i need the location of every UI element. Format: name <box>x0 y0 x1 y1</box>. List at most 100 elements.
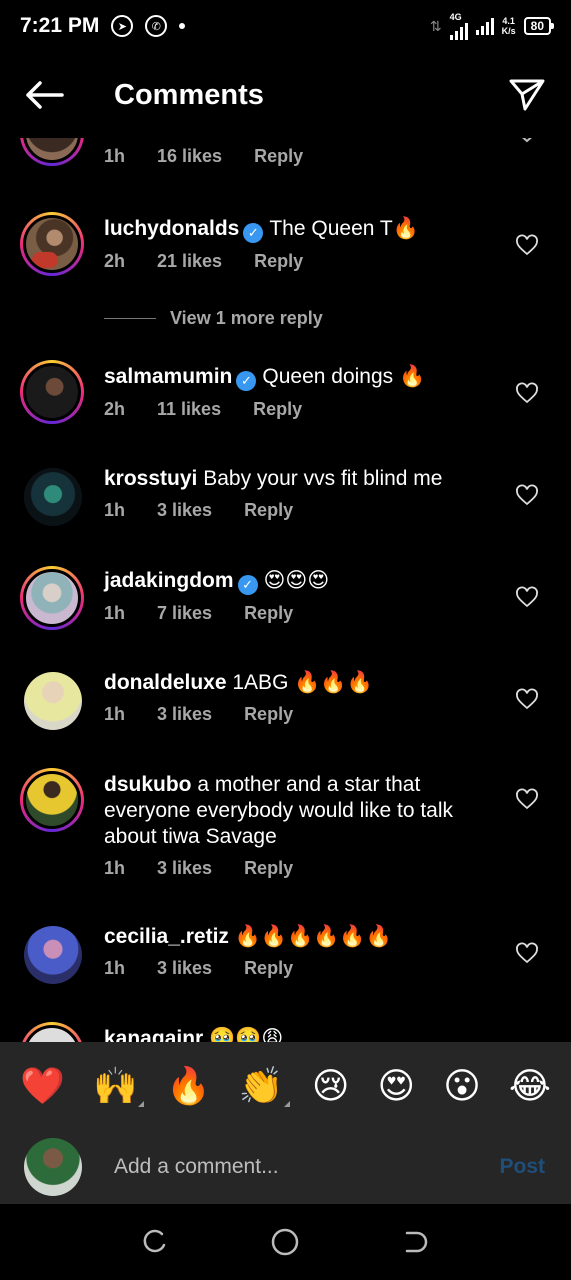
heart-icon[interactable] <box>515 234 539 258</box>
more-notifications-dot <box>179 23 186 29</box>
emoji-heart-button[interactable]: ❤️ <box>20 1065 65 1107</box>
comment-text: The Queen T🔥 <box>269 217 419 240</box>
heart-icon[interactable] <box>515 942 539 966</box>
comment-text: 😍😍😍 <box>263 569 330 592</box>
avatar[interactable] <box>20 138 84 166</box>
data-transfer-icon: ⇅ <box>429 17 442 34</box>
comment-time: 2h <box>104 251 126 271</box>
recent-apps-button[interactable] <box>135 1222 175 1262</box>
comments-list[interactable]: 1h 16 likes Reply luchydonalds ✓ The Queen… <box>0 138 571 1042</box>
comment-time: 1h <box>104 500 126 520</box>
comment-username[interactable]: dsukubo <box>104 773 192 796</box>
comment-item: luchydonalds ✓ The Queen T🔥 2h 21 likes Re… <box>0 212 571 292</box>
signal-icon-2 <box>475 17 494 35</box>
comment-text: 1ABG 🔥🔥🔥 <box>232 671 373 694</box>
send-icon <box>509 79 545 111</box>
comment-item: jadakingdom ✓ 😍😍😍 1h 7 likes Reply <box>0 564 571 644</box>
avatar[interactable] <box>24 672 82 730</box>
verified-badge-icon: ✓ <box>243 223 264 243</box>
back-button[interactable] <box>22 73 66 117</box>
home-button[interactable] <box>265 1222 305 1262</box>
comment-item: cecilia_.retiz 🔥🔥🔥🔥🔥🔥 1h 3 likes Reply <box>0 924 571 1004</box>
comment-likes[interactable]: 16 likes <box>157 146 222 167</box>
status-time: 7:21 PM <box>20 14 100 37</box>
comment-time: 1h <box>104 146 126 166</box>
heart-icon[interactable] <box>515 586 539 610</box>
comment-likes[interactable]: 21 likes <box>157 251 222 272</box>
comment-time: 1h <box>104 603 126 623</box>
share-button[interactable] <box>505 73 549 117</box>
reply-button[interactable]: Reply <box>253 399 302 420</box>
post-button[interactable]: Post <box>499 1155 545 1179</box>
verified-badge-icon: ✓ <box>236 371 257 391</box>
reply-button[interactable]: Reply <box>254 251 303 272</box>
emoji-clap-button[interactable]: 👏 <box>239 1065 290 1107</box>
verified-badge-icon: ✓ <box>237 575 258 595</box>
comment-likes[interactable]: 11 likes <box>157 399 221 420</box>
home-circle-icon <box>272 1228 299 1256</box>
heart-icon[interactable] <box>515 382 539 406</box>
reply-button[interactable]: Reply <box>254 146 303 167</box>
comment-username[interactable]: luchydonalds <box>104 217 239 240</box>
avatar[interactable] <box>20 1022 84 1042</box>
avatar[interactable] <box>24 926 82 984</box>
comment-time: 1h <box>104 704 126 724</box>
recent-apps-icon <box>143 1229 166 1253</box>
comment-username[interactable]: krosstuyi <box>104 467 197 490</box>
comment-username[interactable]: kanagainr <box>104 1027 203 1042</box>
whatsapp-icon: ✆ <box>145 15 168 37</box>
comment-item: kanagainr 🥹🥹😩 <box>0 1022 571 1042</box>
heart-icon[interactable] <box>515 788 539 812</box>
comment-text: 🔥🔥🔥🔥🔥🔥 <box>234 925 392 948</box>
comment-item: salmamumin ✓ Queen doings 🔥 2h 11 likes Re… <box>0 360 571 440</box>
comment-text: Baby your vvs fit blind me <box>203 467 443 490</box>
view-more-replies[interactable]: View 1 more reply <box>104 308 323 329</box>
emoji-heart-eyes-button[interactable]: 😍 <box>378 1065 416 1107</box>
back-nav-button[interactable] <box>396 1222 436 1262</box>
comment-likes[interactable]: 3 likes <box>157 500 212 521</box>
page-title: Comments <box>114 78 264 111</box>
my-avatar <box>24 1138 82 1196</box>
signal-icon <box>449 22 468 40</box>
comment-item: donaldeluxe 1ABG 🔥🔥🔥 1h 3 likes Reply <box>0 668 571 748</box>
comment-time: 1h <box>104 958 126 978</box>
comment-username[interactable]: cecilia_.retiz <box>104 925 229 948</box>
avatar[interactable] <box>20 360 84 424</box>
comment-text: 🥹🥹😩 <box>209 1027 284 1042</box>
comment-likes[interactable]: 3 likes <box>157 704 212 725</box>
reply-button[interactable]: Reply <box>244 603 293 624</box>
avatar[interactable] <box>20 212 84 276</box>
comment-input[interactable] <box>114 1155 500 1179</box>
emoji-surprised-button[interactable]: 😮 <box>443 1065 481 1107</box>
divider <box>104 318 156 319</box>
emoji-crying-button[interactable]: 😢 <box>312 1065 350 1107</box>
emoji-laughing-button[interactable]: 😂 <box>509 1065 551 1107</box>
back-nav-icon <box>405 1231 428 1253</box>
emoji-raised-hands-button[interactable]: 🙌 <box>93 1065 144 1107</box>
heart-icon[interactable] <box>515 688 539 712</box>
comment-username[interactable]: salmamumin <box>104 365 232 388</box>
chevron-down-icon[interactable] <box>515 138 539 150</box>
emoji-fire-button[interactable]: 🔥 <box>166 1065 211 1107</box>
comment-username[interactable]: donaldeluxe <box>104 671 227 694</box>
reply-button[interactable]: Reply <box>244 500 293 521</box>
comment-likes[interactable]: 3 likes <box>157 958 212 979</box>
heart-icon[interactable] <box>515 484 539 508</box>
avatar[interactable] <box>20 566 84 630</box>
skin-tone-indicator-icon <box>137 1101 144 1107</box>
view-more-label: View 1 more reply <box>170 308 323 328</box>
comment-username[interactable]: jadakingdom <box>104 569 234 592</box>
comment-item: 1h 16 likes Reply <box>0 138 571 186</box>
back-arrow-icon <box>26 81 64 109</box>
comment-item: krosstuyi Baby your vvs fit blind me 1h … <box>0 464 571 544</box>
avatar[interactable] <box>20 768 84 832</box>
add-comment-bar: Post <box>0 1130 571 1204</box>
reply-button[interactable]: Reply <box>244 858 293 879</box>
reply-button[interactable]: Reply <box>244 958 293 979</box>
emoji-reaction-bar: ❤️ 🙌 🔥 👏 😢 😍 😮 😂 <box>0 1042 571 1130</box>
reply-button[interactable]: Reply <box>244 704 293 725</box>
app-notification-icon: ➤ <box>111 15 134 37</box>
comment-likes[interactable]: 7 likes <box>157 603 212 624</box>
avatar[interactable] <box>24 468 82 526</box>
comment-likes[interactable]: 3 likes <box>157 858 212 879</box>
